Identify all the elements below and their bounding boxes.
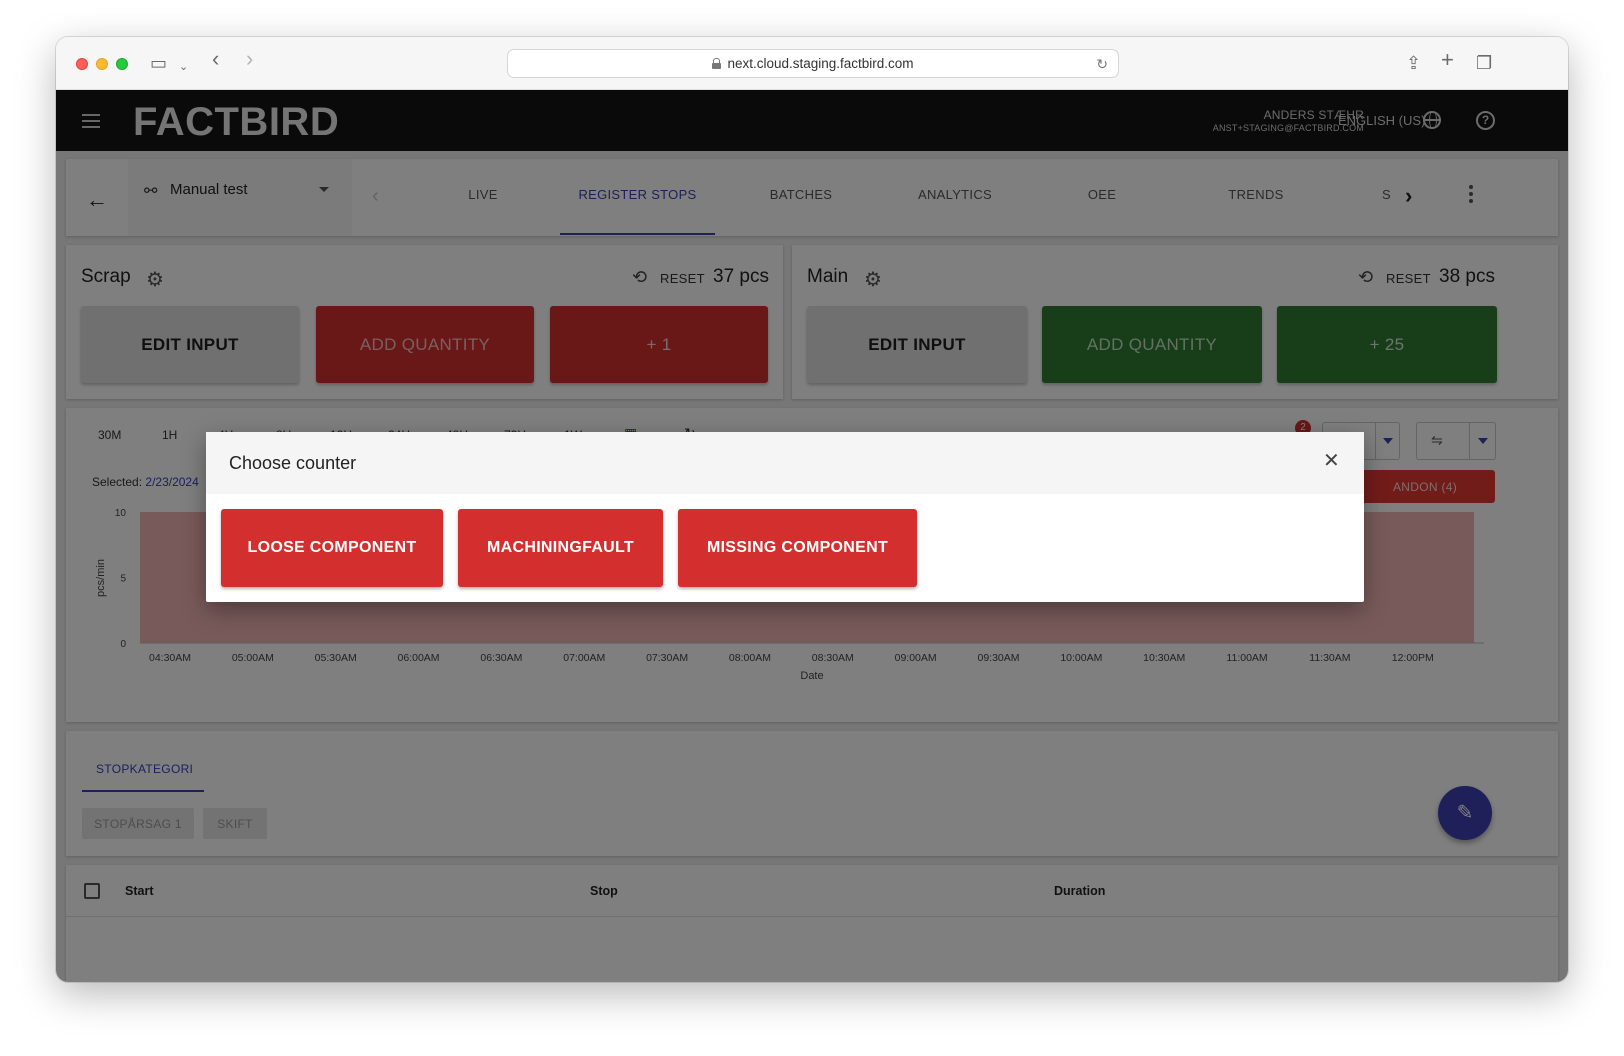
loose-component-button[interactable]: LOOSE COMPONENT [221, 509, 443, 587]
url-text: next.cloud.staging.factbird.com [727, 56, 914, 71]
browser-forward-icon[interactable]: › [246, 48, 253, 70]
machining-fault-button[interactable]: MACHININGFAULT [458, 509, 663, 587]
sidebar-toggle-icon[interactable]: ▭ [150, 54, 167, 72]
dialog-title: Choose counter [229, 453, 357, 473]
close-window-button[interactable] [76, 58, 88, 70]
share-icon[interactable]: ⇪ [1406, 54, 1421, 72]
new-tab-icon[interactable]: + [1441, 49, 1454, 71]
browser-toolbar: ▭ ⌄ ‹ › next.cloud.staging.factbird.com … [56, 37, 1568, 90]
chevron-down-icon[interactable]: ⌄ [179, 58, 188, 76]
app-root: FACTBIRD ANDERS STÆHR ANST+STAGING@FACTB… [56, 90, 1568, 982]
browser-window: ▭ ⌄ ‹ › next.cloud.staging.factbird.com … [56, 37, 1568, 982]
missing-component-button[interactable]: MISSING COMPONENT [678, 509, 917, 587]
choose-counter-dialog: Choose counter ✕ LOOSE COMPONENT MACHINI… [206, 432, 1364, 602]
address-bar[interactable]: next.cloud.staging.factbird.com ↻ [507, 49, 1119, 78]
dialog-header: Choose counter ✕ [206, 432, 1364, 494]
reload-icon[interactable]: ↻ [1096, 56, 1108, 73]
zoom-window-button[interactable] [116, 58, 128, 70]
lock-icon [712, 58, 722, 69]
minimize-window-button[interactable] [96, 58, 108, 70]
browser-back-icon[interactable]: ‹ [212, 48, 219, 70]
tab-overview-icon[interactable]: ❐ [1476, 54, 1492, 72]
close-icon[interactable]: ✕ [1323, 451, 1340, 471]
